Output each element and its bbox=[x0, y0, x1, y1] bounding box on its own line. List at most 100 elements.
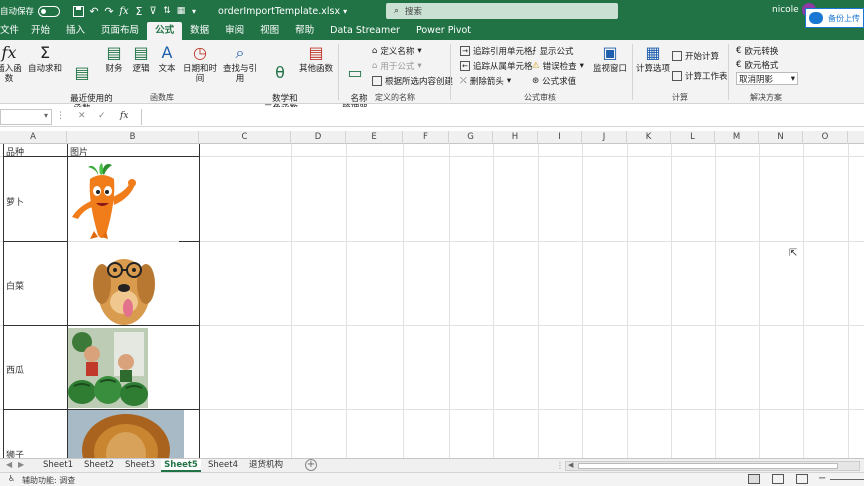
use-in-formula-button[interactable]: ⌂ 用于公式 ▾ bbox=[372, 60, 422, 72]
tab-page-layout[interactable]: 页面布局 bbox=[93, 22, 147, 40]
cell-a1[interactable]: 品种 bbox=[6, 145, 24, 158]
page-layout-view-icon[interactable] bbox=[772, 474, 784, 484]
tab-data-streamer[interactable]: Data Streamer bbox=[322, 22, 408, 40]
accessibility-status[interactable]: 辅助功能: 调查 bbox=[22, 475, 75, 486]
lookup-button[interactable]: ⌕ 查找与引用 bbox=[220, 44, 260, 85]
lion-image[interactable] bbox=[68, 410, 184, 458]
sum-quick-icon[interactable]: Σ bbox=[132, 0, 146, 22]
column-header-i[interactable]: I bbox=[538, 131, 582, 144]
sheet-tab-sheet4[interactable]: Sheet4 bbox=[203, 459, 243, 472]
insert-function-icon[interactable]: fx bbox=[120, 111, 128, 121]
column-header-l[interactable]: L bbox=[671, 131, 715, 144]
sheet-tab-sheet1[interactable]: Sheet1 bbox=[38, 459, 78, 472]
tab-formulas[interactable]: 公式 bbox=[147, 22, 183, 40]
autosave-toggle[interactable] bbox=[38, 5, 61, 17]
column-header-n[interactable]: N bbox=[759, 131, 803, 144]
autosum-button[interactable]: Σ 自动求和 bbox=[28, 44, 62, 75]
financial-button[interactable]: ▤ 财务 bbox=[104, 44, 124, 75]
datetime-button[interactable]: ◷ 日期和时间 bbox=[180, 44, 220, 85]
tab-help[interactable]: 帮助 bbox=[287, 22, 322, 40]
fx-quick-icon[interactable]: fx bbox=[116, 0, 132, 22]
tab-power-pivot[interactable]: Power Pivot bbox=[408, 22, 479, 40]
tab-review[interactable]: 审阅 bbox=[217, 22, 252, 40]
formula-bar-options-icon[interactable]: ⋮ bbox=[56, 111, 65, 121]
sheet-nav-next-icon[interactable]: ▶ bbox=[18, 460, 24, 469]
column-header-j[interactable]: J bbox=[582, 131, 627, 144]
name-box[interactable]: ▾ bbox=[0, 109, 52, 125]
column-header-g[interactable]: G bbox=[449, 131, 493, 144]
tab-view[interactable]: 视图 bbox=[252, 22, 287, 40]
cancel-icon[interactable]: ✕ bbox=[78, 111, 86, 121]
watermelon-image[interactable] bbox=[68, 328, 148, 408]
cell-a2[interactable]: 萝卜 bbox=[6, 195, 24, 208]
dog-image[interactable] bbox=[90, 244, 158, 325]
sheet-nav-prev-icon[interactable]: ◀ bbox=[6, 460, 12, 469]
evaluate-formula-button[interactable]: ⊛ 公式求值 bbox=[532, 75, 576, 87]
sheet-tab-sheet5[interactable]: Sheet5 bbox=[161, 459, 201, 472]
user-name[interactable]: nicole bbox=[772, 5, 799, 15]
carrot-image[interactable] bbox=[68, 161, 142, 241]
show-formulas-button[interactable]: ⨍ 显示公式 bbox=[532, 45, 573, 57]
column-header-c[interactable]: C bbox=[199, 131, 291, 144]
euro-format-button[interactable]: € 欧元格式 bbox=[736, 59, 778, 71]
zoom-slider[interactable] bbox=[830, 479, 864, 480]
tab-file[interactable]: 文件 bbox=[0, 22, 23, 40]
tab-home[interactable]: 开始 bbox=[23, 22, 58, 40]
tab-split-handle[interactable]: ⋮ bbox=[556, 461, 564, 470]
column-header-d[interactable]: D bbox=[291, 131, 346, 144]
column-header-m[interactable]: M bbox=[715, 131, 759, 144]
column-header-o[interactable]: O bbox=[803, 131, 848, 144]
remove-arrows-button[interactable]: ⤫ 删除箭头 ▾ bbox=[460, 75, 511, 87]
watch-window-button[interactable]: ▣ 监视窗口 bbox=[592, 44, 628, 75]
formula-input[interactable] bbox=[141, 109, 864, 125]
cell-a5[interactable]: 狮子 bbox=[6, 448, 24, 458]
sort-quick-icon[interactable]: ⇅ bbox=[160, 0, 174, 22]
column-header-b[interactable]: B bbox=[67, 131, 199, 144]
column-header-f[interactable]: F bbox=[403, 131, 449, 144]
column-header-h[interactable]: H bbox=[493, 131, 538, 144]
cloud-upload-button[interactable]: 备份上传 bbox=[805, 8, 864, 28]
trace-dependents-button[interactable]: ← 追踪从属单元格 bbox=[460, 60, 533, 72]
tab-insert[interactable]: 插入 bbox=[58, 22, 93, 40]
shading-dropdown[interactable]: 取消阴影 ▾ bbox=[736, 72, 798, 85]
euro-conversion-button[interactable]: € 欧元转换 bbox=[736, 45, 778, 57]
page-break-view-icon[interactable] bbox=[796, 474, 808, 484]
calc-sheet-button[interactable]: 计算工作表 bbox=[672, 70, 728, 82]
more-functions-button[interactable]: ▤ 其他函数 bbox=[298, 44, 334, 75]
sheet-tab-sheet2[interactable]: Sheet2 bbox=[79, 459, 119, 472]
trace-precedents-button[interactable]: → 追踪引用单元格 bbox=[460, 45, 533, 57]
column-header-e[interactable]: E bbox=[346, 131, 403, 144]
column-header-k[interactable]: K bbox=[627, 131, 671, 144]
insert-function-button[interactable]: fx 插入函数 bbox=[0, 44, 24, 85]
redo-icon[interactable]: ↷ bbox=[102, 0, 116, 22]
calc-now-button[interactable]: 开始计算 bbox=[672, 50, 719, 62]
horizontal-scrollbar[interactable]: ◀ bbox=[565, 461, 860, 471]
zoom-out-icon[interactable]: − bbox=[818, 473, 826, 484]
column-header-a[interactable]: A bbox=[0, 131, 67, 144]
add-sheet-icon[interactable]: + bbox=[305, 459, 317, 471]
calc-options-button[interactable]: ▦ 计算选项 bbox=[634, 44, 672, 75]
cell-b1[interactable]: 图片 bbox=[70, 145, 88, 158]
enter-icon[interactable]: ✓ bbox=[98, 111, 106, 121]
define-name-button[interactable]: ⌂ 定义名称 ▾ bbox=[372, 45, 422, 57]
worksheet-grid[interactable]: 品种 图片 萝卜 白菜 西瓜 狮子 ⇱ bbox=[0, 144, 864, 458]
scroll-left-icon[interactable]: ◀ bbox=[568, 461, 573, 469]
file-name-chevron-icon[interactable]: ▾ bbox=[343, 7, 347, 16]
cell-a3[interactable]: 白菜 bbox=[6, 279, 24, 292]
normal-view-icon[interactable] bbox=[748, 474, 760, 484]
filter-quick-icon[interactable]: ⊽ bbox=[146, 0, 160, 22]
undo-icon[interactable]: ↶ bbox=[86, 0, 102, 22]
tab-data[interactable]: 数据 bbox=[182, 22, 217, 40]
create-from-selection-button[interactable]: 根据所选内容创建 bbox=[372, 75, 453, 87]
chart-quick-icon[interactable]: ▦ bbox=[174, 0, 188, 22]
logical-button[interactable]: ▤ 逻辑 bbox=[130, 44, 152, 75]
save-icon[interactable] bbox=[70, 0, 86, 22]
error-checking-button[interactable]: ⚠ 错误检查 ▾ bbox=[532, 60, 584, 72]
cell-a4[interactable]: 西瓜 bbox=[6, 363, 24, 376]
sheet-tab-returns[interactable]: 退货机构 bbox=[244, 459, 288, 472]
sheet-tab-sheet3[interactable]: Sheet3 bbox=[120, 459, 160, 472]
accessibility-icon[interactable]: ♿ bbox=[8, 474, 15, 483]
customize-qat-icon[interactable]: ▾ bbox=[188, 0, 200, 22]
search-box[interactable]: ⌕ 搜索 bbox=[386, 3, 618, 19]
text-button[interactable]: A 文本 bbox=[156, 44, 178, 75]
